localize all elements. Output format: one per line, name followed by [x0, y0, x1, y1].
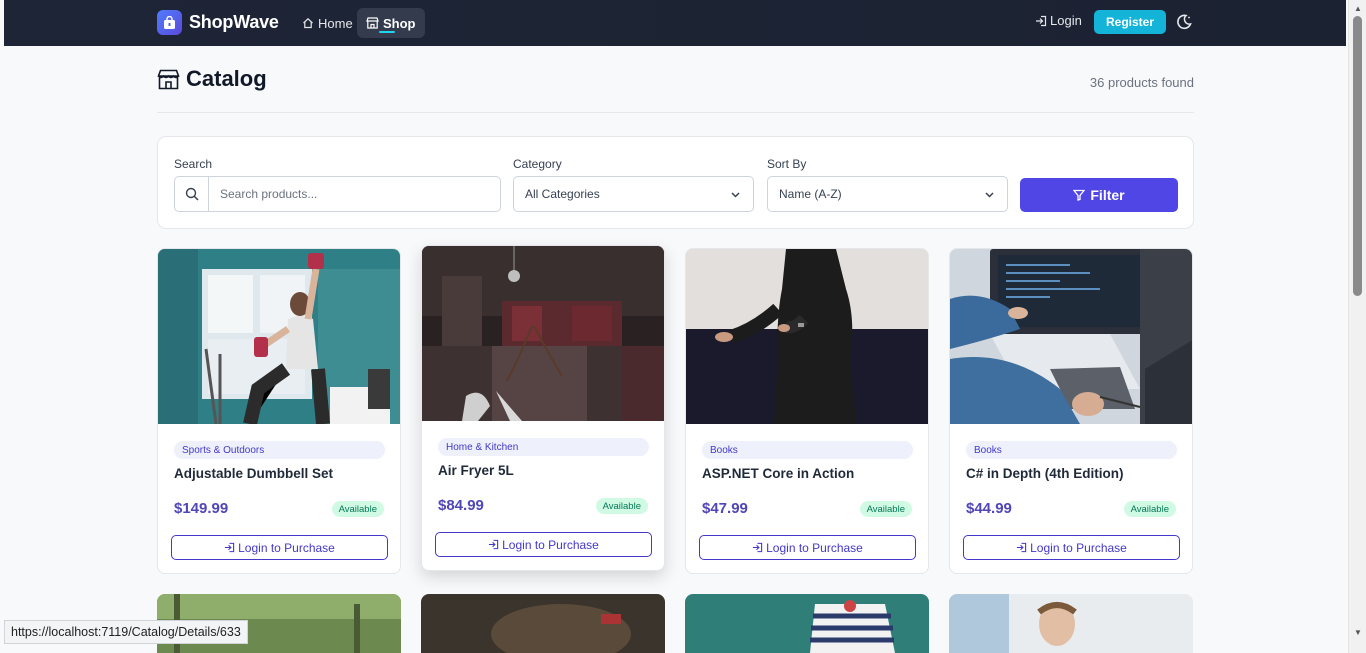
top-navbar: ShopWave Home Shop Login Register: [4, 0, 1346, 46]
product-name[interactable]: Adjustable Dumbbell Set: [174, 466, 333, 481]
availability-badge: Available: [859, 501, 912, 517]
availability-badge: Available: [595, 498, 648, 514]
category-select[interactable]: All Categories: [513, 176, 754, 212]
login-to-purchase-button[interactable]: Login to Purchase: [171, 535, 388, 560]
purchase-button-label: Login to Purchase: [1030, 540, 1127, 555]
sort-label: Sort By: [767, 157, 807, 171]
login-to-purchase-button[interactable]: Login to Purchase: [435, 532, 652, 557]
product-card[interactable]: Books ASP.NET Core in Action $47.99 Avai…: [685, 248, 929, 574]
home-icon: [303, 17, 313, 29]
theme-toggle-moon-icon[interactable]: [1175, 13, 1193, 31]
nav-home-link[interactable]: Home: [293, 8, 362, 38]
product-card-partial[interactable]: [685, 594, 929, 653]
search-icon[interactable]: [175, 177, 209, 211]
nav-home-label: Home: [318, 15, 353, 31]
category-badge: Sports & Outdoors: [174, 441, 385, 459]
filter-button-label: Filter: [1090, 187, 1125, 203]
category-badge: Books: [966, 441, 1177, 459]
vertical-scrollbar[interactable]: ▲ ▼: [1348, 0, 1366, 653]
category-badge: Books: [702, 441, 913, 459]
login-icon: [1036, 15, 1047, 26]
product-image[interactable]: [158, 249, 400, 424]
category-select-value: All Categories: [525, 187, 600, 201]
product-card[interactable]: Books C# in Depth (4th Edition) $44.99 A…: [949, 248, 1193, 574]
product-price: $149.99: [174, 500, 229, 517]
nav-login-link[interactable]: Login: [1035, 13, 1082, 28]
nav-login-label: Login: [1050, 13, 1082, 28]
shopping-bag-icon: [157, 10, 182, 35]
status-bar-url: https://localhost:7119/Catalog/Details/6…: [4, 620, 248, 644]
filter-panel: Search Category All Categories Sort By N…: [157, 136, 1194, 229]
product-name[interactable]: ASP.NET Core in Action: [702, 466, 854, 481]
login-to-purchase-button[interactable]: Login to Purchase: [963, 535, 1180, 560]
page-title: Catalog: [157, 66, 267, 92]
category-label: Category: [513, 157, 562, 171]
search-group: [174, 176, 501, 212]
login-icon: [489, 539, 499, 550]
register-button[interactable]: Register: [1094, 10, 1166, 34]
scroll-down-arrow-icon[interactable]: ▼: [1354, 628, 1362, 637]
active-indicator: [379, 31, 395, 33]
product-price: $44.99: [966, 500, 1012, 517]
purchase-button-label: Login to Purchase: [766, 540, 863, 555]
divider: [157, 112, 1194, 113]
login-to-purchase-button[interactable]: Login to Purchase: [699, 535, 916, 560]
product-image[interactable]: [686, 249, 928, 424]
availability-badge: Available: [331, 501, 384, 517]
store-icon: [366, 17, 379, 29]
product-card-partial[interactable]: [421, 594, 665, 653]
search-input[interactable]: [209, 177, 500, 211]
product-card[interactable]: Sports & Outdoors Adjustable Dumbbell Se…: [157, 248, 401, 574]
chevron-down-icon: [985, 192, 994, 198]
brand[interactable]: ShopWave: [157, 10, 279, 35]
product-name[interactable]: C# in Depth (4th Edition): [966, 466, 1124, 481]
product-name[interactable]: Air Fryer 5L: [438, 463, 514, 478]
brand-name: ShopWave: [189, 12, 279, 32]
store-icon: [157, 69, 180, 89]
nav-shop-link[interactable]: Shop: [357, 8, 425, 38]
product-card-partial[interactable]: [949, 594, 1193, 653]
availability-badge: Available: [1123, 501, 1176, 517]
product-price: $47.99: [702, 500, 748, 517]
scroll-thumb[interactable]: [1353, 16, 1362, 296]
search-label: Search: [174, 157, 213, 171]
product-image[interactable]: [950, 249, 1192, 424]
product-price: $84.99: [438, 497, 484, 514]
login-icon: [1017, 542, 1027, 553]
filter-button[interactable]: Filter: [1020, 178, 1178, 212]
sort-select[interactable]: Name (A-Z): [767, 176, 1008, 212]
login-icon: [753, 542, 763, 553]
sort-select-value: Name (A-Z): [779, 187, 842, 201]
product-card[interactable]: Home & Kitchen Air Fryer 5L $84.99 Avail…: [421, 245, 665, 571]
product-count: 36 products found: [1089, 75, 1194, 90]
purchase-button-label: Login to Purchase: [238, 540, 335, 555]
chevron-down-icon: [731, 192, 740, 198]
scroll-up-arrow-icon[interactable]: ▲: [1354, 4, 1362, 13]
category-badge: Home & Kitchen: [438, 438, 649, 456]
page-title-text: Catalog: [186, 66, 267, 91]
product-image[interactable]: [422, 246, 664, 421]
nav-shop-label: Shop: [383, 15, 416, 31]
purchase-button-label: Login to Purchase: [502, 537, 599, 552]
login-icon: [225, 542, 235, 553]
funnel-icon: [1073, 189, 1086, 201]
